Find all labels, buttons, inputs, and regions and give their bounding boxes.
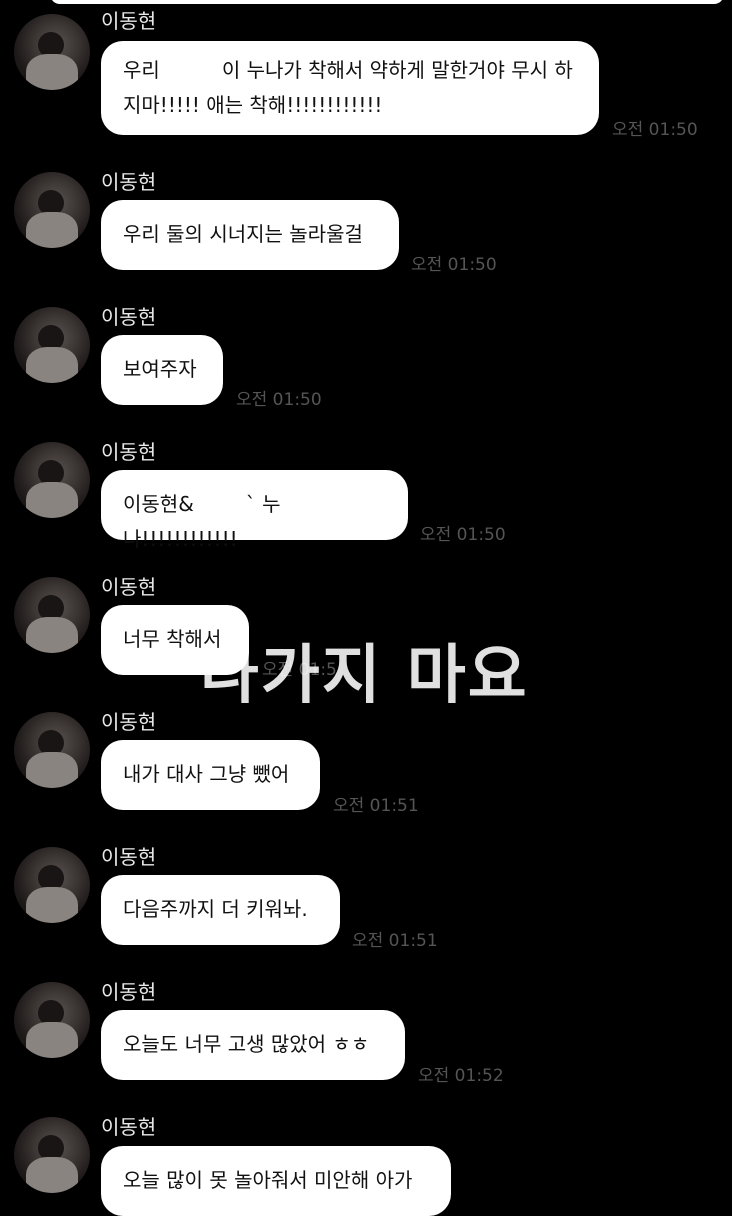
message-row: 이동현 다음주까지 더 키워놔. 오전 01:51	[0, 838, 732, 973]
message-text: 다음주까지 더 키워놔.	[123, 897, 308, 921]
message-time: 오전 01:50	[411, 255, 497, 275]
message-bubble[interactable]: 내가 대사 그냥 뺐어	[101, 740, 320, 810]
message-time: 오전 01:50	[612, 120, 698, 140]
avatar[interactable]	[14, 14, 90, 90]
message-time: 오전 01:51	[333, 796, 419, 816]
message-text: 보여주자	[123, 357, 197, 381]
message-time: 오전 01:50	[420, 525, 506, 545]
sender-name: 이동현	[101, 440, 157, 464]
sender-name: 이동현	[101, 710, 157, 734]
message-text: 오늘 많이 못 놀아줘서 미안해 아가	[123, 1168, 413, 1192]
message-time: 오전 01:52	[418, 1066, 504, 1086]
message-text: 내가 대사 그냥 뺐어	[123, 762, 290, 786]
message-row: 이동현 우리 둘의 시너지는 놀라울걸 오전 01:50	[0, 163, 732, 298]
message-text: 지마!!!!! 애는 착해!!!!!!!!!!!!	[123, 93, 383, 117]
sender-name: 이동현	[101, 575, 157, 599]
sender-name: 이동현	[101, 845, 157, 869]
message-text: 우리 둘의 시너지는 놀라울걸	[123, 222, 363, 246]
message-bubble[interactable]: 이동현& ` 누나!!!!!!!!!!!!	[101, 470, 408, 551]
avatar[interactable]	[14, 577, 90, 653]
avatar[interactable]	[14, 1117, 90, 1193]
message-row: 이동현 이동현& ` 누나!!!!!!!!!!!! 오전 01:50	[0, 433, 732, 568]
avatar[interactable]	[14, 172, 90, 248]
message-row: 이동현 오늘 많이 못 놀아줘서 미안해 아가	[0, 1108, 732, 1216]
avatar[interactable]	[14, 712, 90, 788]
sender-name: 이동현	[101, 170, 157, 194]
message-text: 이 누나가 착해서 약하게 말한거야 무시 하	[221, 58, 573, 82]
message-time: 오전 01:50	[236, 390, 322, 410]
message-row: 이동현 우리 이 누나가 착해서 약하게 말한거야 무시 하 지마!!!!! 애는…	[0, 0, 732, 140]
message-bubble[interactable]: 다음주까지 더 키워놔.	[101, 875, 340, 945]
message-bubble[interactable]: 보여주자	[101, 335, 223, 405]
avatar[interactable]	[14, 982, 90, 1058]
message-row: 이동현 보여주자 오전 01:50	[0, 298, 732, 433]
sender-name: 이동현	[101, 1115, 157, 1139]
sender-name: 이동현	[101, 980, 157, 1004]
message-time: 오전 01:51	[352, 931, 438, 951]
message-text: 우리	[123, 58, 160, 82]
message-row: 이동현 내가 대사 그냥 뺐어 오전 01:51	[0, 703, 732, 838]
message-text: 오늘도 너무 고생 많았어 ㅎㅎ	[123, 1032, 370, 1056]
message-bubble[interactable]: 우리 이 누나가 착해서 약하게 말한거야 무시 하 지마!!!!! 애는 착해!…	[101, 41, 599, 135]
avatar[interactable]	[14, 442, 90, 518]
message-row: 이동현 오늘도 너무 고생 많았어 ㅎㅎ 오전 01:52	[0, 973, 732, 1108]
message-bubble[interactable]: 우리 둘의 시너지는 놀라울걸	[101, 200, 399, 270]
message-bubble[interactable]: 오늘 많이 못 놀아줘서 미안해 아가	[101, 1146, 451, 1216]
message-bubble[interactable]: 오늘도 너무 고생 많았어 ㅎㅎ	[101, 1010, 405, 1080]
overlay-caption: 나가지 마요	[200, 639, 529, 713]
avatar[interactable]	[14, 847, 90, 923]
message-text: 이동현&	[123, 492, 194, 516]
avatar[interactable]	[14, 307, 90, 383]
sender-name: 이동현	[101, 9, 157, 33]
sender-name: 이동현	[101, 305, 157, 329]
